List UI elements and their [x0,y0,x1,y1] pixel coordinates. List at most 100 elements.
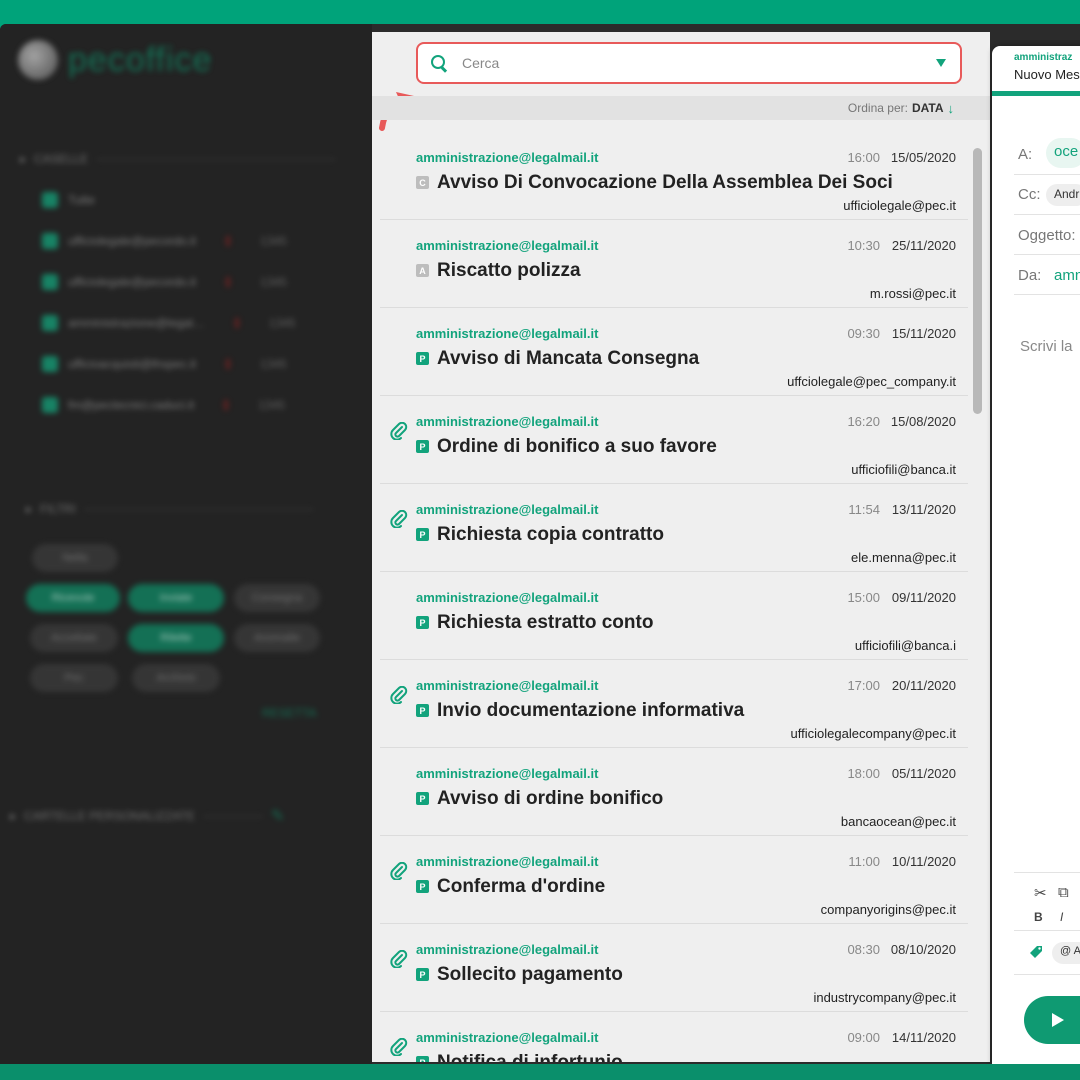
divider [96,158,337,160]
message-date: 05/11/2020 [891,766,956,781]
message-time: 16:00 [847,150,880,165]
chevron-down-icon[interactable] [936,59,946,67]
app-logo: pecoffice [18,40,212,80]
section-custom-folders[interactable]: ▸ CARTELLE PERSONALIZZATE ✎ [10,806,284,826]
message-row[interactable]: amministrazione@legalmail.it 15:00 09/11… [380,572,968,660]
search-bar[interactable] [416,42,962,84]
filter-chip[interactable]: Accettate [30,624,118,652]
checkbox-icon[interactable] [42,192,58,208]
message-from: amministrazione@legalmail.it [416,238,599,253]
divider [1014,872,1080,873]
message-row[interactable]: amministrazione@legalmail.it 08:30 08/10… [380,924,968,1012]
logo-icon [18,40,58,80]
filter-chip[interactable]: Nella [32,544,118,572]
bottom-strip [0,1064,1080,1080]
send-button[interactable] [1024,996,1080,1044]
sort-direction-icon[interactable]: ↓ [948,101,955,116]
to-recipient-chip[interactable]: oce [1046,138,1080,168]
status-marker [226,359,231,369]
search-icon [430,54,448,72]
checkbox-icon[interactable] [42,356,58,372]
bold-button[interactable]: B [1034,910,1043,924]
message-row[interactable]: amministrazione@legalmail.it 17:00 20/11… [380,660,968,748]
message-row[interactable]: amministrazione@legalmail.it 11:54 13/11… [380,484,968,572]
divider [1014,214,1080,215]
message-date: 13/11/2020 [891,502,956,517]
message-to: m.rossi@pec.it [869,286,956,301]
message-to: ele.menna@pec.it [851,550,956,565]
from-value[interactable]: amn [1054,267,1080,284]
checkbox-icon[interactable] [42,315,58,331]
from-label: Da: [1018,267,1042,284]
checkbox-icon[interactable] [42,233,58,249]
message-row[interactable]: amministrazione@legalmail.it 09:30 15/11… [380,308,968,396]
mailbox-item[interactable]: Tutte [42,192,95,208]
copy-icon[interactable]: ⧉ [1058,884,1069,901]
label-chip[interactable]: @ A [1052,942,1080,964]
message-row[interactable]: amministrazione@legalmail.it 16:20 15/08… [380,396,968,484]
tag-icon[interactable] [1028,944,1044,960]
message-time: 11:00 [848,854,880,869]
message-row[interactable]: amministrazione@legalmail.it 10:30 25/11… [380,220,968,308]
section-caselle[interactable]: ▸ CASELLE [20,152,337,166]
message-type-badge: P [416,528,429,541]
compose-header-from: amministraz [1014,52,1073,63]
attachment-icon [390,422,408,440]
message-row[interactable]: amministrazione@legalmail.it 11:00 10/11… [380,836,968,924]
message-to: uffciolegale@pec_company.it [787,374,956,389]
mailbox-item[interactable]: fm@pectecnici.caduci.it 1345 [42,397,285,413]
message-to: ufficiolegale@pec.it [843,198,956,213]
filter-chip[interactable]: Inviate [128,584,224,612]
attachment-icon [390,1038,408,1056]
filter-chip[interactable]: Anomalie [234,624,320,652]
message-row[interactable]: amministrazione@legalmail.it 16:00 15/05… [380,132,968,220]
message-date: 20/11/2020 [891,678,956,693]
sidebar-blurred-content: pecoffice ▸ CASELLE Tutte ufficiolegale@… [0,24,372,1064]
italic-button[interactable]: I [1060,910,1063,924]
section-filtri[interactable]: ▸ FILTRI [26,502,314,516]
status-marker [226,236,231,246]
message-date: 14/11/2020 [891,1030,956,1045]
message-row[interactable]: amministrazione@legalmail.it 18:00 05/11… [380,748,968,836]
message-subject: Invio documentazione informativa [437,700,745,721]
sort-value[interactable]: DATA [912,101,944,115]
mailbox-item[interactable]: ufficiolegale@pecordo.it 1345 [42,274,287,290]
filter-chip[interactable]: Rilette [128,624,224,652]
message-type-badge: A [416,264,429,277]
divider [1014,174,1080,175]
filter-chip[interactable]: Ricevute [26,584,120,612]
mailbox-count: 1345 [260,357,287,371]
mailbox-count: 1345 [258,398,285,412]
message-from: amministrazione@legalmail.it [416,590,599,605]
mailbox-item[interactable]: amministrazione@legal… 1345 [42,315,296,331]
checkbox-icon[interactable] [42,397,58,413]
mailbox-count: 1345 [260,234,287,248]
filter-chip[interactable]: Consegna [234,584,320,612]
checkbox-icon[interactable] [42,274,58,290]
mailbox-item[interactable]: ufficioacquisti@lhspec.it 1345 [42,356,287,372]
subject-label[interactable]: Oggetto: [1018,227,1076,244]
message-row[interactable]: amministrazione@legalmail.it 09:00 14/11… [380,1012,968,1062]
filter-chip[interactable]: Pec [30,664,118,692]
reset-filters-link[interactable]: RESETTA [262,706,316,720]
message-time: 16:20 [847,414,880,429]
filter-chip[interactable]: Archivio [132,664,220,692]
compose-header: amministraz Nuovo Mes [992,46,1080,96]
message-time: 11:54 [848,502,880,517]
sort-bar[interactable]: Ordina per: DATA ↓ [372,96,990,120]
attachment-icon [390,950,408,968]
message-time: 17:00 [847,678,880,693]
search-input[interactable] [462,55,936,71]
message-time: 15:00 [847,590,880,605]
edit-pencil-icon[interactable]: ✎ [271,806,284,826]
mailbox-item[interactable]: ufficiolegale@pecordo.it 1345 [42,233,287,249]
message-body-input[interactable]: Scrivi la [1020,338,1073,355]
send-icon [1052,1013,1064,1027]
at-icon: @ [1060,945,1072,957]
mailbox-label: fm@pectecnici.caduci.it [68,398,195,412]
cc-recipient-chip[interactable]: Andr [1046,184,1080,206]
cut-icon[interactable]: ✂ [1034,884,1047,902]
list-scrollbar[interactable] [973,148,982,414]
message-subject: Conferma d'ordine [437,876,606,897]
mailbox-label: ufficiolegale@pecordo.it [68,275,197,289]
